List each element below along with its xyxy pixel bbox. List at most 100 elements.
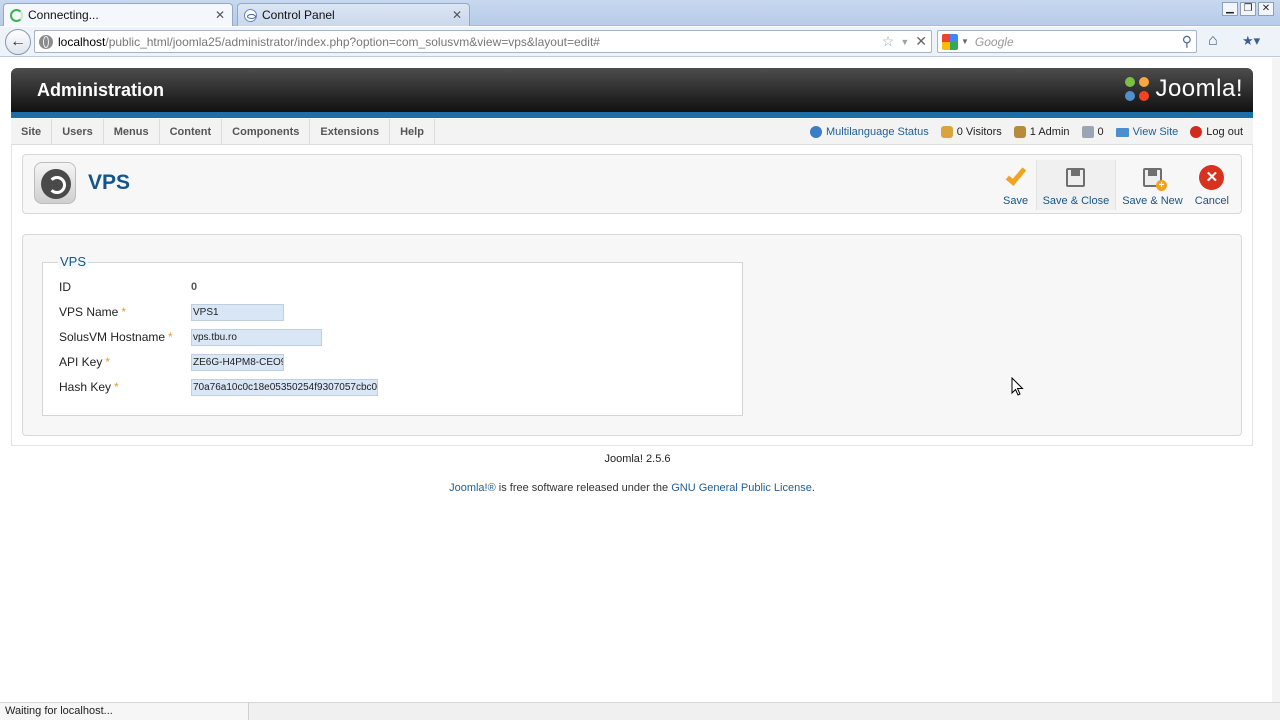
dropdown-arrow-icon[interactable]: ▼ (900, 37, 909, 47)
google-engine-icon[interactable] (942, 33, 958, 50)
multilanguage-status-label: Multilanguage Status (825, 126, 929, 138)
close-window-button[interactable]: ✕ (1258, 2, 1274, 16)
menu-menus[interactable]: Menus (104, 119, 160, 145)
browser-statusbar: Waiting for localhost... (0, 702, 1280, 720)
footer-version: Joomla! 2.5.6 (604, 453, 671, 465)
menu-extensions[interactable]: Extensions (310, 119, 391, 145)
visitors-status: 0 Visitors (940, 126, 1002, 138)
header-stripe (11, 112, 1253, 118)
id-row: ID 0 (59, 277, 197, 297)
logout-link[interactable]: Log out (1190, 126, 1243, 138)
save-new-label: Save & New (1122, 195, 1183, 207)
stop-icon[interactable]: ✕ (915, 33, 927, 50)
checkmark-icon (1002, 163, 1030, 191)
license-text: is free software released under the (495, 482, 672, 494)
engine-dropdown-icon[interactable]: ▼ (961, 37, 969, 46)
footer-license: Joomla!® is free software released under… (0, 482, 1264, 494)
bookmark-star-icon[interactable]: ☆ (882, 33, 895, 50)
id-label: ID (59, 280, 71, 294)
vps-fieldset: VPS ID 0 VPS Name * VPS1 SolusVM Hostname… (42, 254, 743, 416)
save-new-button[interactable]: Save & New (1116, 160, 1189, 210)
home-icon[interactable]: ⌂ (1208, 32, 1218, 50)
tab-close-icon[interactable]: ✕ (451, 8, 463, 22)
url-host: localhost (58, 34, 106, 49)
toolbar-box: VPS Save Save & Close Save & New ✕ Cance… (22, 154, 1242, 214)
joomla-favicon-icon (244, 8, 257, 22)
admin-title: Administration (37, 80, 165, 100)
license-end: . (811, 482, 815, 494)
menu-content[interactable]: Content (160, 119, 223, 145)
cancel-icon: ✕ (1198, 163, 1226, 191)
frame-bottom-border (11, 445, 1253, 446)
address-bar[interactable]: localhost /public_html/joomla25/administ… (34, 30, 932, 53)
joomla-logo-icon (1123, 75, 1151, 103)
tab-label: Control Panel (262, 8, 335, 22)
hash-key-label: Hash Key * (59, 380, 119, 394)
view-site-link[interactable]: View Site (1115, 126, 1179, 138)
messages-icon (1081, 126, 1094, 138)
admin-header: Administration Joomla! (11, 68, 1253, 112)
vps-name-input[interactable]: VPS1 (191, 303, 284, 321)
back-arrow-icon: ← (10, 33, 26, 50)
toolbar-buttons: Save Save & Close Save & New ✕ Cancel (996, 160, 1235, 210)
browser-navbar: ← localhost /public_html/joomla25/admini… (0, 27, 1280, 57)
cancel-button[interactable]: ✕ Cancel (1189, 160, 1235, 210)
tab-connecting[interactable]: Connecting... ✕ (3, 3, 233, 26)
page-title: VPS (88, 171, 131, 194)
admin-menubar: Site Users Menus Content Components Exte… (11, 119, 1253, 145)
search-bar[interactable]: ▼ Google ⚲ (937, 30, 1197, 53)
tab-close-icon[interactable]: ✕ (214, 8, 226, 22)
hash-key-input[interactable]: 70a76a10c0c18e05350254f9307057cbc0 (191, 378, 378, 396)
tab-label: Connecting... (28, 8, 99, 22)
messages-count: 0 (1097, 126, 1104, 138)
id-value: 0 (191, 281, 198, 293)
menu-users[interactable]: Users (52, 119, 104, 145)
messages-status[interactable]: 0 (1081, 126, 1104, 138)
hash-key-row: Hash Key * 70a76a10c0c18e05350254f9307057… (59, 377, 378, 397)
search-input[interactable]: Google (975, 35, 1182, 49)
globe-icon (809, 126, 822, 138)
status-text: Waiting for localhost... (0, 703, 249, 720)
save-close-button[interactable]: Save & Close (1035, 160, 1117, 210)
api-key-input[interactable]: ZE6G-H4PM8-CEO9) (191, 353, 284, 371)
admins-status: 1 Admin (1013, 126, 1070, 138)
menu-site[interactable]: Site (11, 119, 53, 145)
tab-control-panel[interactable]: Control Panel ✕ (237, 3, 470, 26)
solusvm-logo-icon (34, 162, 76, 204)
joomla-link[interactable]: Joomla!® (449, 482, 496, 494)
joomla-logo-text: Joomla! (1155, 75, 1243, 102)
hostname-label: SolusVM Hostname * (59, 330, 173, 344)
save-button[interactable]: Save (996, 160, 1036, 210)
window-controls: ▁ ❐ ✕ (1222, 2, 1274, 16)
vertical-scrollbar[interactable] (1272, 58, 1280, 702)
back-button[interactable]: ← (5, 29, 31, 55)
menu-components[interactable]: Components (222, 119, 311, 145)
gpl-link[interactable]: GNU General Public License (671, 482, 812, 494)
cancel-label: Cancel (1194, 195, 1229, 207)
search-icon[interactable]: ⚲ (1182, 33, 1192, 50)
logout-icon (1190, 126, 1203, 138)
loading-spinner-icon (10, 8, 23, 22)
view-site-label: View Site (1132, 126, 1179, 138)
monitor-icon (1115, 127, 1129, 137)
menu-help[interactable]: Help (390, 119, 435, 145)
api-key-label: API Key * (59, 355, 111, 369)
frame-left-border (11, 145, 12, 445)
floppy-disk-icon (1062, 163, 1090, 191)
floppy-disk-plus-icon (1138, 163, 1167, 191)
joomla-logo: Joomla! (1123, 75, 1243, 103)
frame-right-border (1252, 145, 1253, 445)
api-key-row: API Key * ZE6G-H4PM8-CEO9) (59, 352, 284, 372)
hostname-input[interactable]: vps.tbu.ro (191, 328, 322, 346)
multilanguage-status-link[interactable]: Multilanguage Status (809, 126, 929, 138)
status-module: Multilanguage Status 0 Visitors 1 Admin … (809, 119, 1243, 145)
minimize-button[interactable]: ▁ (1222, 2, 1238, 16)
visitors-count: 0 Visitors (956, 126, 1002, 138)
hostname-row: SolusVM Hostname * vps.tbu.ro (59, 327, 322, 347)
content-box: VPS ID 0 VPS Name * VPS1 SolusVM Hostname… (22, 234, 1242, 436)
visitors-icon (940, 126, 953, 138)
maximize-button[interactable]: ❐ (1240, 2, 1256, 16)
vps-name-row: VPS Name * VPS1 (59, 302, 284, 322)
main-menu: Site Users Menus Content Components Exte… (11, 119, 435, 145)
bookmarks-menu-icon[interactable]: ★▾ (1242, 33, 1266, 49)
